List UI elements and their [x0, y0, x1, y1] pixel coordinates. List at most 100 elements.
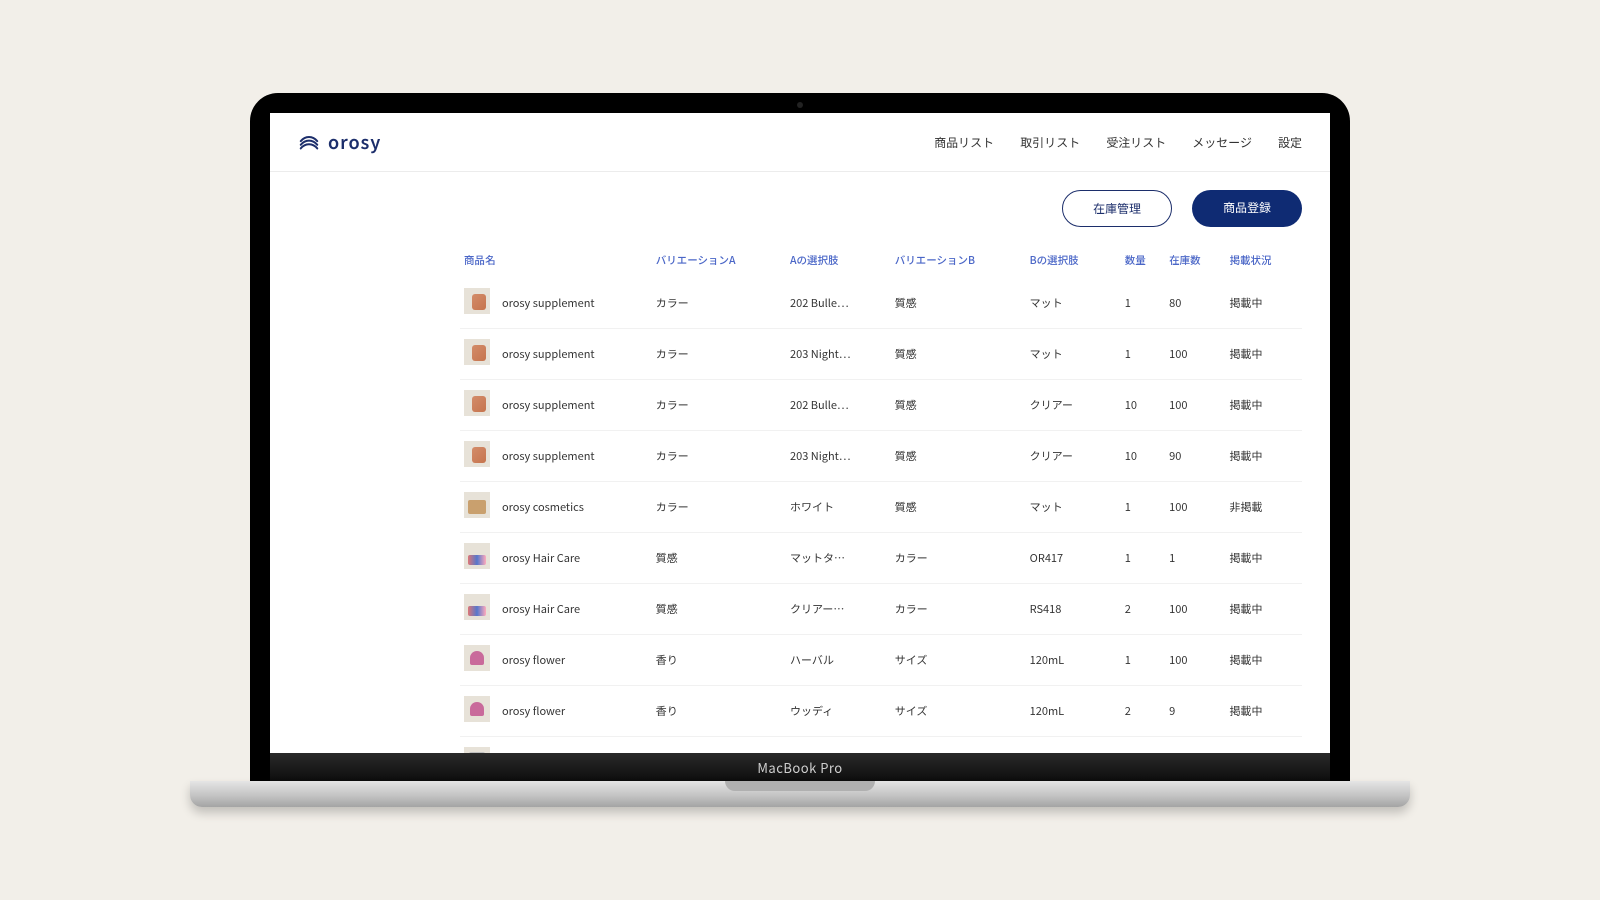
product-thumb [464, 696, 490, 722]
product-thumb [464, 594, 490, 620]
cell-name: orosy Hair Care [498, 533, 652, 584]
cell-name: orosy supplement [498, 329, 652, 380]
nav-messages[interactable]: メッセージ [1192, 134, 1252, 151]
screen-bezel: orosy 商品リスト 取引リスト 受注リスト メッセージ 設定 在庫管理 商品… [250, 93, 1350, 781]
col-var-b[interactable]: バリエーションB [891, 245, 1026, 278]
cell-name: orosy flower [498, 635, 652, 686]
cell-stock: 9 [1165, 686, 1225, 737]
cell-opt-a: マットタ… [786, 533, 891, 584]
cell-var-a: カラー [652, 431, 786, 482]
cell-opt-a: ハーバル [786, 635, 891, 686]
cell-qty: 2 [1121, 584, 1165, 635]
cell-stock: 100 [1165, 584, 1225, 635]
cell-var-a: カラー [652, 482, 786, 533]
cell-name: orosy Hair Care [498, 584, 652, 635]
cell-opt-a: 202 Bulle… [786, 278, 891, 329]
col-opt-b[interactable]: Bの選択肢 [1026, 245, 1121, 278]
inventory-button[interactable]: 在庫管理 [1062, 190, 1172, 227]
cell-var-b: 質感 [891, 482, 1026, 533]
brand-logo[interactable]: orosy [298, 129, 381, 155]
cell-qty: 1 [1121, 329, 1165, 380]
product-thumb [464, 339, 490, 365]
col-stock[interactable]: 在庫数 [1165, 245, 1225, 278]
cell-opt-a: ウッディ [786, 686, 891, 737]
cell-var-a: 質感 [652, 533, 786, 584]
table-row[interactable]: orosy supplementカラー202 Bulle…質感マット180掲載中 [460, 278, 1302, 329]
cell-qty: 10 [1121, 431, 1165, 482]
cell-opt-b: 120mL [1026, 686, 1121, 737]
nav-products[interactable]: 商品リスト [934, 134, 994, 151]
cell-status: 掲載中 [1226, 533, 1303, 584]
cell-opt-a: クリアー… [786, 584, 891, 635]
laptop-frame: orosy 商品リスト 取引リスト 受注リスト メッセージ 設定 在庫管理 商品… [250, 93, 1350, 807]
laptop-notch [725, 781, 875, 791]
cell-qty: 2 [1121, 686, 1165, 737]
cell-status: 掲載中 [1226, 278, 1303, 329]
top-nav: 商品リスト 取引リスト 受注リスト メッセージ 設定 [934, 134, 1302, 151]
product-thumb [464, 288, 490, 314]
cell-qty: 1 [1121, 482, 1165, 533]
col-status[interactable]: 掲載状況 [1226, 245, 1303, 278]
brand-name: orosy [328, 129, 381, 155]
laptop-base [190, 781, 1410, 807]
cell-var-a: カラー [652, 329, 786, 380]
product-thumb [464, 747, 490, 753]
cell-var-a: カラー [652, 380, 786, 431]
cell-var-b: 質感 [891, 431, 1026, 482]
cell-var-b: 質感 [891, 380, 1026, 431]
product-table: 商品名 バリエーションA Aの選択肢 バリエーションB Bの選択肢 数量 在庫数… [460, 245, 1302, 753]
cell-opt-b: OR417 [1026, 533, 1121, 584]
register-product-button[interactable]: 商品登録 [1192, 190, 1302, 227]
table-row[interactable]: orosy supplementカラー202 Bulle…質感クリアー10100… [460, 380, 1302, 431]
cell-status: 非掲載 [1226, 482, 1303, 533]
cell-var-b: 質感 [891, 329, 1026, 380]
cell-name: orosy flower [498, 686, 652, 737]
table-row[interactable]: orosy flower香りウッディサイズ120mL29掲載中 [460, 686, 1302, 737]
cell-opt-b: クリアー [1026, 431, 1121, 482]
cell-status: 掲載中 [1226, 635, 1303, 686]
cell-opt-a: 203 Night… [786, 329, 891, 380]
product-thumb [464, 645, 490, 671]
cell-qty: 10 [1121, 380, 1165, 431]
cell-qty: 1 [1121, 533, 1165, 584]
cell-stock: 100 [1165, 482, 1225, 533]
cell-status: 掲載中 [1226, 686, 1303, 737]
cell-qty: 1 [1121, 278, 1165, 329]
cell-name: orosy cosmetics [498, 482, 652, 533]
cell-stock: 100 [1165, 380, 1225, 431]
col-qty[interactable]: 数量 [1121, 245, 1165, 278]
col-var-a[interactable]: バリエーションA [652, 245, 786, 278]
table-row[interactable]: orosy cosmeticsカラーホワイト質感マット1100非掲載 [460, 482, 1302, 533]
laptop-chin: MacBook Pro [270, 753, 1330, 781]
cell-var-b: カラー [891, 584, 1026, 635]
cell-var-a: カラー [652, 278, 786, 329]
nav-settings[interactable]: 設定 [1278, 134, 1302, 151]
product-thumb [464, 543, 490, 569]
cell-stock: 1 [1165, 533, 1225, 584]
col-opt-a[interactable]: Aの選択肢 [786, 245, 891, 278]
cell-var-b: カラー [891, 533, 1026, 584]
action-bar: 在庫管理 商品登録 [270, 172, 1330, 233]
cell-stock: 90 [1165, 431, 1225, 482]
cell-var-b: サイズ [891, 686, 1026, 737]
cell-name: orosy supplement [498, 380, 652, 431]
cell-var-b: 成分 [891, 737, 1026, 754]
table-row[interactable]: orosy Hair Care質感マットタ…カラーOR41711掲載中 [460, 533, 1302, 584]
table-row[interactable]: orosy flower香りハーバルサイズ120mL1100掲載中 [460, 635, 1302, 686]
nav-transactions[interactable]: 取引リスト [1020, 134, 1080, 151]
table-row[interactable]: orosy supplementカラー203 Night…質感マット1100掲載… [460, 329, 1302, 380]
nav-orders[interactable]: 受注リスト [1106, 134, 1166, 151]
cell-qty: 1 [1121, 737, 1165, 754]
cell-opt-a: 203 Night… [786, 431, 891, 482]
table-row[interactable]: orosy Hair Care質感クリアー…カラーRS4182100掲載中 [460, 584, 1302, 635]
table-row[interactable]: orosy interior肌タイプノーマル肌成分ジュニパー190掲載中 [460, 737, 1302, 754]
cell-opt-b: マット [1026, 329, 1121, 380]
col-name[interactable]: 商品名 [460, 245, 652, 278]
device-label: MacBook Pro [757, 758, 842, 777]
product-thumb [464, 492, 490, 518]
cell-opt-a: ノーマル肌 [786, 737, 891, 754]
cell-stock: 90 [1165, 737, 1225, 754]
table-row[interactable]: orosy supplementカラー203 Night…質感クリアー1090掲… [460, 431, 1302, 482]
cell-stock: 100 [1165, 329, 1225, 380]
product-table-wrap: 商品名 バリエーションA Aの選択肢 バリエーションB Bの選択肢 数量 在庫数… [270, 233, 1330, 753]
